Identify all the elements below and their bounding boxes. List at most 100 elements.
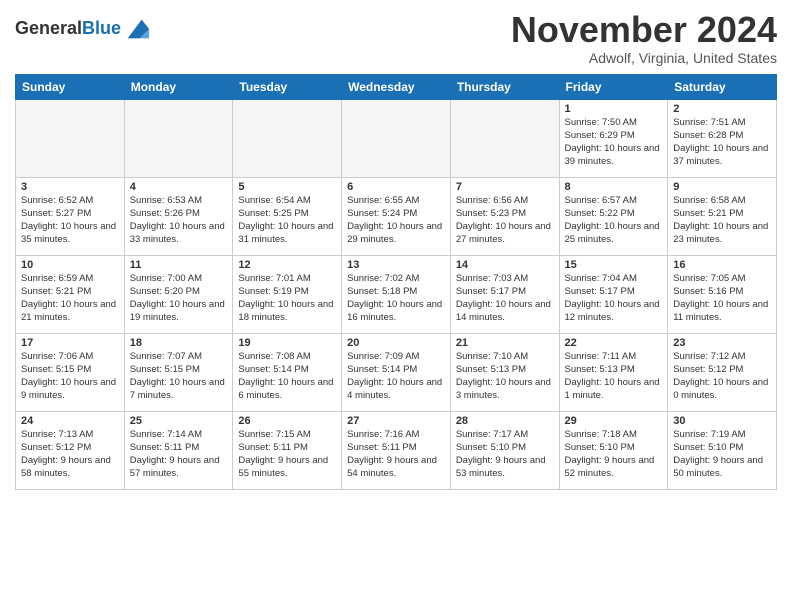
calendar-cell (124, 99, 233, 177)
day-number: 3 (21, 181, 119, 193)
day-number: 4 (130, 181, 228, 193)
calendar-cell: 4Sunrise: 6:53 AMSunset: 5:26 PMDaylight… (124, 177, 233, 255)
day-info: Sunrise: 7:13 AMSunset: 5:12 PMDaylight:… (21, 428, 119, 481)
day-number: 16 (673, 259, 771, 271)
day-info: Sunrise: 7:03 AMSunset: 5:17 PMDaylight:… (456, 272, 554, 325)
location: Adwolf, Virginia, United States (511, 50, 777, 66)
day-info: Sunrise: 6:59 AMSunset: 5:21 PMDaylight:… (21, 272, 119, 325)
day-number: 15 (565, 259, 663, 271)
calendar-cell (233, 99, 342, 177)
day-number: 12 (238, 259, 336, 271)
weekday-header: Monday (124, 74, 233, 99)
calendar-cell: 3Sunrise: 6:52 AMSunset: 5:27 PMDaylight… (16, 177, 125, 255)
calendar-cell: 19Sunrise: 7:08 AMSunset: 5:14 PMDayligh… (233, 333, 342, 411)
calendar-cell: 26Sunrise: 7:15 AMSunset: 5:11 PMDayligh… (233, 411, 342, 489)
calendar-cell: 14Sunrise: 7:03 AMSunset: 5:17 PMDayligh… (450, 255, 559, 333)
day-number: 17 (21, 337, 119, 349)
day-info: Sunrise: 7:12 AMSunset: 5:12 PMDaylight:… (673, 350, 771, 403)
day-number: 8 (565, 181, 663, 193)
day-number: 1 (565, 103, 663, 115)
day-number: 27 (347, 415, 445, 427)
month-title: November 2024 (511, 10, 777, 50)
header: GeneralBlue November 2024 Adwolf, Virgin… (15, 10, 777, 66)
calendar-cell: 23Sunrise: 7:12 AMSunset: 5:12 PMDayligh… (668, 333, 777, 411)
logo: GeneralBlue (15, 15, 151, 43)
day-info: Sunrise: 7:15 AMSunset: 5:11 PMDaylight:… (238, 428, 336, 481)
calendar-cell: 30Sunrise: 7:19 AMSunset: 5:10 PMDayligh… (668, 411, 777, 489)
day-number: 18 (130, 337, 228, 349)
weekday-header: Thursday (450, 74, 559, 99)
weekday-header: Sunday (16, 74, 125, 99)
day-number: 2 (673, 103, 771, 115)
calendar-cell (450, 99, 559, 177)
day-number: 6 (347, 181, 445, 193)
day-number: 11 (130, 259, 228, 271)
day-number: 7 (456, 181, 554, 193)
weekday-header: Friday (559, 74, 668, 99)
day-number: 29 (565, 415, 663, 427)
calendar-cell: 15Sunrise: 7:04 AMSunset: 5:17 PMDayligh… (559, 255, 668, 333)
day-info: Sunrise: 7:06 AMSunset: 5:15 PMDaylight:… (21, 350, 119, 403)
day-info: Sunrise: 7:17 AMSunset: 5:10 PMDaylight:… (456, 428, 554, 481)
calendar-cell: 18Sunrise: 7:07 AMSunset: 5:15 PMDayligh… (124, 333, 233, 411)
calendar-header-row: SundayMondayTuesdayWednesdayThursdayFrid… (16, 74, 777, 99)
day-info: Sunrise: 6:54 AMSunset: 5:25 PMDaylight:… (238, 194, 336, 247)
day-number: 10 (21, 259, 119, 271)
day-number: 14 (456, 259, 554, 271)
day-info: Sunrise: 7:50 AMSunset: 6:29 PMDaylight:… (565, 116, 663, 169)
calendar-cell: 25Sunrise: 7:14 AMSunset: 5:11 PMDayligh… (124, 411, 233, 489)
calendar-cell: 8Sunrise: 6:57 AMSunset: 5:22 PMDaylight… (559, 177, 668, 255)
day-number: 22 (565, 337, 663, 349)
calendar-cell: 7Sunrise: 6:56 AMSunset: 5:23 PMDaylight… (450, 177, 559, 255)
calendar-cell: 24Sunrise: 7:13 AMSunset: 5:12 PMDayligh… (16, 411, 125, 489)
day-number: 9 (673, 181, 771, 193)
day-number: 20 (347, 337, 445, 349)
calendar-cell: 12Sunrise: 7:01 AMSunset: 5:19 PMDayligh… (233, 255, 342, 333)
calendar-cell: 6Sunrise: 6:55 AMSunset: 5:24 PMDaylight… (342, 177, 451, 255)
logo-icon (123, 15, 151, 43)
day-info: Sunrise: 7:19 AMSunset: 5:10 PMDaylight:… (673, 428, 771, 481)
day-info: Sunrise: 6:58 AMSunset: 5:21 PMDaylight:… (673, 194, 771, 247)
calendar: SundayMondayTuesdayWednesdayThursdayFrid… (15, 74, 777, 490)
calendar-week-row: 1Sunrise: 7:50 AMSunset: 6:29 PMDaylight… (16, 99, 777, 177)
day-info: Sunrise: 6:57 AMSunset: 5:22 PMDaylight:… (565, 194, 663, 247)
day-info: Sunrise: 6:55 AMSunset: 5:24 PMDaylight:… (347, 194, 445, 247)
calendar-cell: 5Sunrise: 6:54 AMSunset: 5:25 PMDaylight… (233, 177, 342, 255)
calendar-cell: 22Sunrise: 7:11 AMSunset: 5:13 PMDayligh… (559, 333, 668, 411)
logo-text: GeneralBlue (15, 19, 121, 39)
weekday-header: Wednesday (342, 74, 451, 99)
day-info: Sunrise: 7:07 AMSunset: 5:15 PMDaylight:… (130, 350, 228, 403)
day-number: 19 (238, 337, 336, 349)
day-number: 25 (130, 415, 228, 427)
day-number: 13 (347, 259, 445, 271)
day-info: Sunrise: 7:14 AMSunset: 5:11 PMDaylight:… (130, 428, 228, 481)
calendar-cell (342, 99, 451, 177)
calendar-cell: 16Sunrise: 7:05 AMSunset: 5:16 PMDayligh… (668, 255, 777, 333)
day-number: 5 (238, 181, 336, 193)
day-info: Sunrise: 7:01 AMSunset: 5:19 PMDaylight:… (238, 272, 336, 325)
calendar-cell: 10Sunrise: 6:59 AMSunset: 5:21 PMDayligh… (16, 255, 125, 333)
calendar-week-row: 24Sunrise: 7:13 AMSunset: 5:12 PMDayligh… (16, 411, 777, 489)
day-info: Sunrise: 7:00 AMSunset: 5:20 PMDaylight:… (130, 272, 228, 325)
day-info: Sunrise: 7:10 AMSunset: 5:13 PMDaylight:… (456, 350, 554, 403)
calendar-cell: 13Sunrise: 7:02 AMSunset: 5:18 PMDayligh… (342, 255, 451, 333)
calendar-cell: 21Sunrise: 7:10 AMSunset: 5:13 PMDayligh… (450, 333, 559, 411)
day-number: 21 (456, 337, 554, 349)
day-info: Sunrise: 7:18 AMSunset: 5:10 PMDaylight:… (565, 428, 663, 481)
day-number: 28 (456, 415, 554, 427)
day-info: Sunrise: 7:08 AMSunset: 5:14 PMDaylight:… (238, 350, 336, 403)
day-info: Sunrise: 6:52 AMSunset: 5:27 PMDaylight:… (21, 194, 119, 247)
calendar-cell: 2Sunrise: 7:51 AMSunset: 6:28 PMDaylight… (668, 99, 777, 177)
calendar-week-row: 17Sunrise: 7:06 AMSunset: 5:15 PMDayligh… (16, 333, 777, 411)
day-number: 24 (21, 415, 119, 427)
calendar-week-row: 10Sunrise: 6:59 AMSunset: 5:21 PMDayligh… (16, 255, 777, 333)
calendar-cell: 20Sunrise: 7:09 AMSunset: 5:14 PMDayligh… (342, 333, 451, 411)
calendar-week-row: 3Sunrise: 6:52 AMSunset: 5:27 PMDaylight… (16, 177, 777, 255)
day-info: Sunrise: 7:04 AMSunset: 5:17 PMDaylight:… (565, 272, 663, 325)
day-info: Sunrise: 6:56 AMSunset: 5:23 PMDaylight:… (456, 194, 554, 247)
calendar-cell: 29Sunrise: 7:18 AMSunset: 5:10 PMDayligh… (559, 411, 668, 489)
calendar-cell: 9Sunrise: 6:58 AMSunset: 5:21 PMDaylight… (668, 177, 777, 255)
page-container: GeneralBlue November 2024 Adwolf, Virgin… (0, 0, 792, 495)
calendar-cell: 1Sunrise: 7:50 AMSunset: 6:29 PMDaylight… (559, 99, 668, 177)
weekday-header: Saturday (668, 74, 777, 99)
